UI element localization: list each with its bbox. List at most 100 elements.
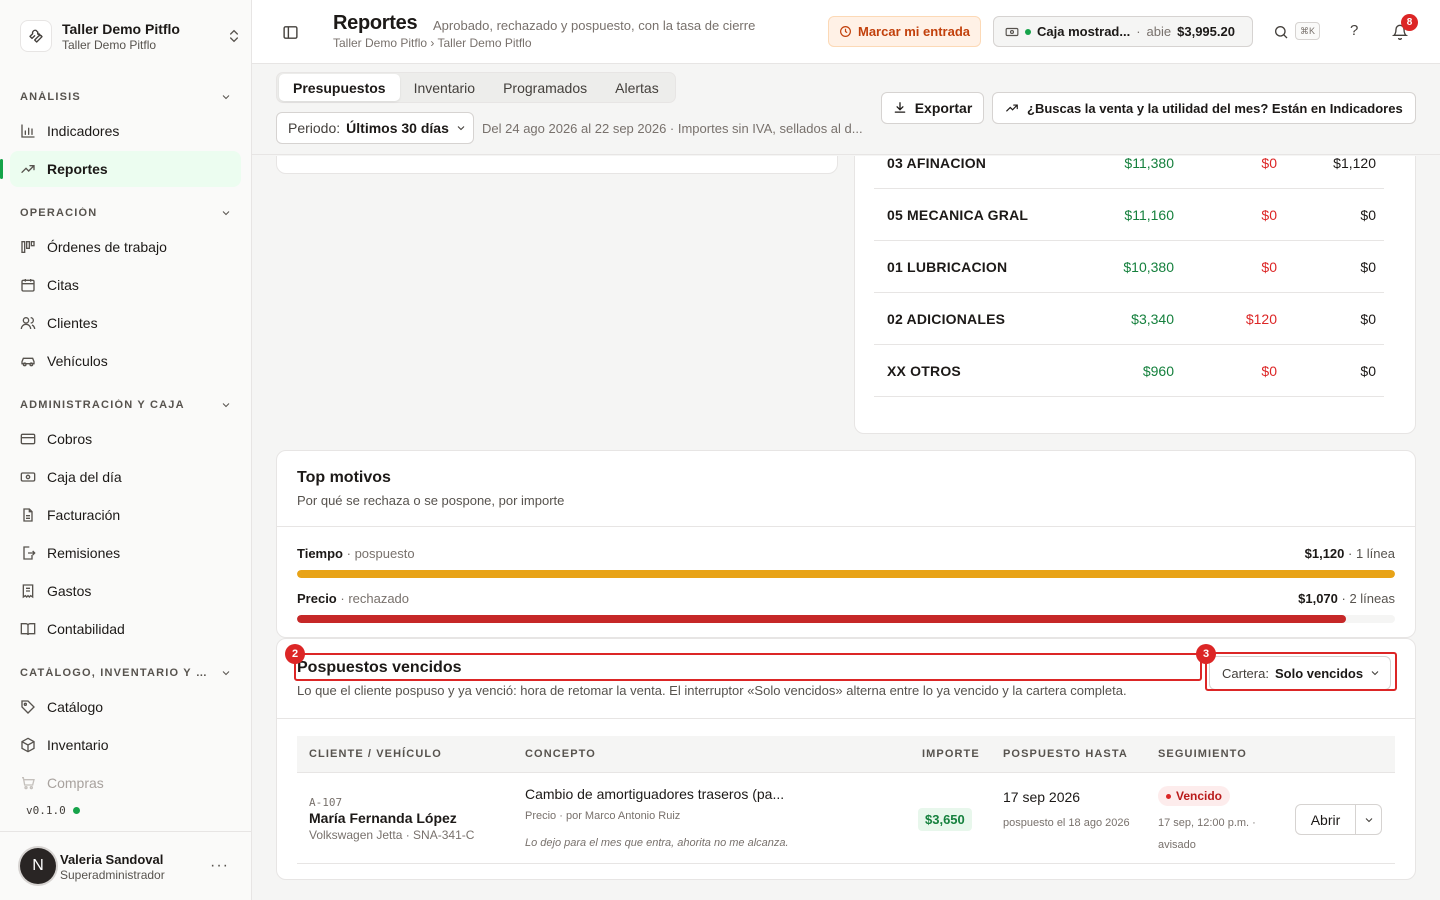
reason-amount: $1,120 — [1304, 546, 1345, 561]
range-note: Del 24 ago 2026 al 22 sep 2026 · Importe… — [482, 121, 863, 136]
section-administracion[interactable]: ADMINISTRACIÓN Y CAJA — [20, 397, 232, 413]
chevron-down-icon — [457, 126, 465, 131]
notification-count: 8 — [1401, 14, 1418, 31]
shortcut-hint: ⌘K — [1295, 22, 1320, 40]
postponed-amount: $0 — [1360, 362, 1376, 379]
section-label: ADMINISTRACIÓN Y CAJA — [20, 399, 185, 411]
sidebar-item-indicadores[interactable]: Indicadores — [10, 113, 241, 149]
kanban-icon — [21, 241, 35, 253]
sidebar-item-catalogo[interactable]: Catálogo — [10, 689, 241, 725]
tab-presupuestos[interactable]: Presupuestos — [279, 74, 400, 101]
column-header: CONCEPTO — [525, 748, 596, 760]
postponed-amount: $0 — [1360, 310, 1376, 327]
bar-chart-icon — [21, 124, 35, 138]
reason-row: Tiempo · pospuesto $1,120 · 1 línea — [297, 546, 1395, 578]
search-icon[interactable] — [1273, 24, 1289, 40]
follow-up-note: 17 sep, 12:00 p.m. · avisado — [1158, 817, 1256, 851]
table-row: 02 ADICIONALES $3,340 $120 $0 — [874, 293, 1384, 345]
section-analisis[interactable]: ANÁLISIS — [20, 89, 232, 105]
trend-icon — [1006, 104, 1018, 112]
column-header: IMPORTE — [922, 748, 980, 760]
divider — [277, 718, 1415, 719]
page-description: Aprobado, rechazado y pospuesto, con la … — [433, 18, 756, 33]
postponed-on: pospuesto el 18 ago 2026 — [1003, 817, 1130, 829]
sidebar-item-ordenes[interactable]: Órdenes de trabajo — [10, 229, 241, 265]
user-name: Valeria Sandoval — [60, 851, 164, 867]
sidebar-item-caja[interactable]: Caja del día — [10, 459, 241, 495]
sidebar-item-label: Gastos — [47, 583, 92, 599]
open-dropdown-button[interactable] — [1355, 804, 1382, 835]
sidebar-item-cobros[interactable]: Cobros — [10, 421, 241, 457]
workspace-switcher[interactable]: Taller Demo Pitflo Taller Demo Pitflo — [20, 17, 242, 55]
indicators-link-button[interactable]: ¿Buscas la venta y la utilidad del mes? … — [992, 92, 1416, 124]
table-row: A-107 María Fernanda López Volkswagen Je… — [297, 773, 1395, 864]
status-label: Vencido — [1176, 789, 1223, 803]
report-toolbar: Presupuestos Inventario Programados Aler… — [252, 65, 1440, 155]
open-button[interactable]: Abrir — [1295, 804, 1356, 835]
column-header: SEGUIMIENTO — [1158, 748, 1247, 760]
table-row: XX OTROS $960 $0 $0 — [874, 345, 1384, 397]
sidebar-item-citas[interactable]: Citas — [10, 267, 241, 303]
sidebar-item-gastos[interactable]: Gastos — [10, 573, 241, 609]
sidebar-item-clientes[interactable]: Clientes — [10, 305, 241, 341]
reason: Precio — [525, 810, 557, 822]
sidebar-item-reportes[interactable]: Reportes — [0, 151, 241, 187]
sidebar-toggle-icon[interactable] — [282, 24, 299, 41]
sidebar-item-contabilidad[interactable]: Contabilidad — [10, 611, 241, 647]
chevron-down-icon — [222, 211, 230, 216]
sidebar-item-vehiculos[interactable]: Vehículos — [10, 343, 241, 379]
file-icon — [23, 508, 33, 522]
marker-badge: 2 — [285, 644, 305, 664]
status-dot — [72, 807, 80, 814]
client-note: Lo dejo para el mes que entra, ahorita n… — [525, 837, 789, 849]
reason-kind: pospuesto — [354, 546, 415, 561]
period-select[interactable]: Periodo: Últimos 30 días — [276, 112, 474, 144]
marker-badge: 3 — [1196, 644, 1216, 664]
more-icon[interactable]: ··· — [210, 857, 229, 875]
clock-in-button[interactable]: Marcar mi entrada — [828, 16, 981, 47]
approved-amount: $3,340 — [1131, 310, 1174, 327]
section-operacion[interactable]: OPERACIÓN — [20, 205, 232, 221]
category-name: 02 ADICIONALES — [887, 310, 1006, 327]
postponed-until: 17 sep 2026 — [1003, 789, 1081, 805]
category-name: 01 LUBRICACION — [887, 258, 1008, 275]
tab-alertas[interactable]: Alertas — [601, 74, 673, 101]
sidebar-item-remisiones[interactable]: Remisiones — [10, 535, 241, 571]
postponed-amount: $0 — [1360, 206, 1376, 223]
cash-register-button[interactable]: Caja mostrad... · abie $3,995.20 — [993, 16, 1253, 47]
section-label: CATÁLOGO, INVENTARIO Y CO... — [20, 667, 210, 679]
workspace-subtitle: Taller Demo Pitflo — [62, 37, 157, 52]
tab-programados[interactable]: Programados — [489, 74, 601, 101]
reason-bar-fill — [297, 570, 1395, 578]
divider — [277, 526, 1415, 527]
clock-in-label: Marcar mi entrada — [858, 24, 970, 39]
user-menu[interactable]: N Valeria Sandoval Superadministrador ··… — [0, 831, 251, 900]
avatar: N — [20, 848, 56, 884]
sidebar-item-inventario[interactable]: Inventario — [10, 727, 241, 763]
cash-icon — [20, 472, 36, 482]
sidebar-item-label: Catálogo — [47, 699, 104, 715]
period-value: Últimos 30 días — [346, 120, 449, 136]
help-button[interactable]: ? — [1350, 22, 1358, 39]
breadcrumb[interactable]: Taller Demo Pitflo › Taller Demo Pitflo — [333, 36, 532, 50]
reason-kind: rechazado — [348, 591, 410, 606]
sidebar-item-facturacion[interactable]: Facturación — [10, 497, 241, 533]
table-row: 01 LUBRICACION $10,380 $0 $0 — [874, 241, 1384, 293]
cash-register-status: abie — [1146, 24, 1172, 39]
chevron-down-icon — [222, 403, 230, 408]
table-header: CLIENTE / VEHÍCULO CONCEPTO IMPORTE POSP… — [297, 736, 1395, 773]
client-name[interactable]: María Fernanda López — [309, 810, 457, 826]
section-description: Lo que el cliente pospuso y ya venció: h… — [297, 683, 1127, 698]
vehicle-info: Volkswagen Jetta · SNA-341-C — [309, 828, 475, 842]
tag-icon — [21, 700, 35, 714]
section-label: ANÁLISIS — [20, 91, 81, 103]
export-button[interactable]: Exportar — [881, 92, 984, 124]
sidebar-item-label: Contabilidad — [47, 621, 125, 637]
sidebar-item-compras[interactable]: Compras — [10, 765, 241, 801]
app-version: v0.1.0 — [26, 804, 80, 817]
section-catalogo[interactable]: CATÁLOGO, INVENTARIO Y CO... — [20, 665, 232, 681]
approved-amount: $11,160 — [1124, 206, 1174, 223]
tab-inventario[interactable]: Inventario — [400, 74, 489, 101]
sidebar-item-label: Compras — [47, 775, 104, 791]
sidebar-item-label: Remisiones — [47, 545, 121, 561]
